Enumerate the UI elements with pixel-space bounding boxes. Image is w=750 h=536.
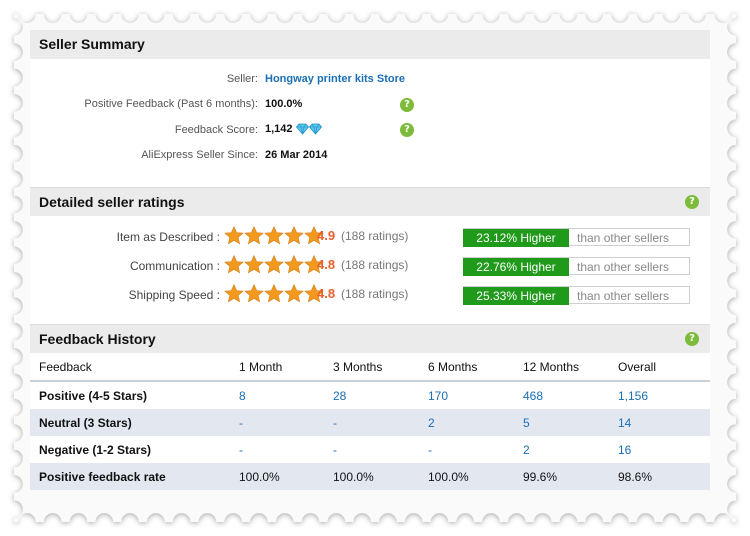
row-label: Negative (1-2 Stars) <box>39 442 152 457</box>
seller-since-value: 26 Mar 2014 <box>265 149 328 161</box>
table-row: Neutral (3 Stars) - - 2 5 14 <box>30 409 710 436</box>
rating-label: Item as Described : <box>116 230 220 244</box>
column-header: Overall <box>615 353 710 382</box>
star-rating <box>224 225 324 250</box>
rating-score: 4.8 <box>317 286 336 301</box>
positive-feedback-value: 100.0% <box>265 98 303 110</box>
table-cell-link[interactable]: 8 <box>236 381 330 409</box>
table-cell-link[interactable]: 16 <box>615 436 710 463</box>
star-icon <box>284 254 304 274</box>
seller-summary-header: Seller Summary <box>30 30 710 59</box>
feedback-history-title: Feedback History <box>39 331 156 347</box>
seller-label: Seller: <box>226 73 258 85</box>
star-icon <box>264 283 284 303</box>
row-label: Neutral (3 Stars) <box>30 409 236 436</box>
table-cell: - <box>330 409 425 436</box>
column-header: 3 Months <box>330 353 425 382</box>
star-icon <box>224 254 244 274</box>
star-icon <box>264 225 284 245</box>
feedback-score-label: Feedback Score: <box>174 124 258 136</box>
star-icon <box>224 225 244 245</box>
comparison-value: 22.76% Higher <box>463 258 569 276</box>
feedback-score-value-wrap: 1,142 <box>265 123 322 135</box>
seller-summary-title: Seller Summary <box>39 36 145 52</box>
table-cell-link[interactable]: 2 <box>425 409 520 436</box>
row-label: Positive (4-5 Stars) <box>39 388 148 403</box>
table-header-row: Feedback 1 Month 3 Months 6 Months 12 Mo… <box>30 353 710 382</box>
table-row: Positive (4-5 Stars) 8 28 170 468 1,156 <box>30 381 710 409</box>
positive-feedback-label: Positive Feedback (Past 6 months): <box>84 98 258 110</box>
table-cell: - <box>236 409 330 436</box>
table-row: Positive feedback rate 100.0% 100.0% 100… <box>30 463 710 490</box>
feedback-score-help-icon[interactable]: ? <box>400 123 414 137</box>
seller-feedback-card: Seller Summary Seller: Hongway printer k… <box>30 30 710 490</box>
table-cell-link[interactable]: 1,156 <box>615 381 710 409</box>
comparison-suffix: than other sellers <box>577 260 670 274</box>
star-rating <box>224 254 324 279</box>
diamond-icon <box>295 123 309 135</box>
detailed-ratings-title: Detailed seller ratings <box>39 194 185 210</box>
seller-name-link[interactable]: Hongway printer kits Store <box>265 73 405 85</box>
star-icon <box>244 283 264 303</box>
star-icon <box>284 225 304 245</box>
rating-score: 4.8 <box>317 257 336 272</box>
column-header: 1 Month <box>236 353 330 382</box>
rating-count: (188 ratings) <box>341 258 409 272</box>
rating-score: 4.9 <box>317 228 336 243</box>
column-header: Feedback <box>30 353 236 382</box>
star-icon <box>264 254 284 274</box>
column-header: 12 Months <box>520 353 615 382</box>
comparison-value: 23.12% Higher <box>463 229 569 247</box>
table-cell-link[interactable]: 28 <box>330 381 425 409</box>
seller-since-label: AliExpress Seller Since: <box>141 149 258 161</box>
star-icon <box>244 254 264 274</box>
row-label: Positive feedback rate <box>30 463 236 490</box>
star-icon <box>284 283 304 303</box>
comparison-bar: 23.12% Higher than other sellers <box>463 228 690 247</box>
rating-label: Communication : <box>129 259 220 273</box>
star-icon <box>244 225 264 245</box>
table-cell: 98.6% <box>615 463 710 490</box>
table-cell: 100.0% <box>236 463 330 490</box>
rating-count: (188 ratings) <box>341 287 409 301</box>
table-cell-link[interactable]: 468 <box>520 381 615 409</box>
detailed-ratings-help-icon[interactable]: ? <box>685 195 699 209</box>
table-row: Negative (1-2 Stars) - - - 2 16 <box>30 436 710 463</box>
comparison-suffix: than other sellers <box>577 231 670 245</box>
column-header: 6 Months <box>425 353 520 382</box>
table-cell-link[interactable]: 170 <box>425 381 520 409</box>
table-cell: - <box>239 442 243 457</box>
diamond-icon <box>308 123 322 135</box>
table-cell: 100.0% <box>425 463 520 490</box>
table-cell-link[interactable]: 2 <box>520 436 615 463</box>
table-cell-link[interactable]: 14 <box>615 409 710 436</box>
comparison-value: 25.33% Higher <box>463 287 569 305</box>
table-cell: - <box>333 442 337 457</box>
comparison-bar: 22.76% Higher than other sellers <box>463 257 690 276</box>
comparison-suffix: than other sellers <box>577 289 670 303</box>
detailed-ratings-header: Detailed seller ratings <box>30 187 710 216</box>
feedback-history-table: Feedback 1 Month 3 Months 6 Months 12 Mo… <box>30 353 710 490</box>
table-cell: - <box>428 442 432 457</box>
feedback-history-header: Feedback History <box>30 324 710 353</box>
table-cell: 99.6% <box>520 463 615 490</box>
positive-feedback-help-icon[interactable]: ? <box>400 98 414 112</box>
table-cell: 100.0% <box>330 463 425 490</box>
comparison-bar: 25.33% Higher than other sellers <box>463 286 690 305</box>
table-cell-link[interactable]: 5 <box>520 409 615 436</box>
star-icon <box>224 283 244 303</box>
feedback-history-help-icon[interactable]: ? <box>685 332 699 346</box>
rating-count: (188 ratings) <box>341 229 409 243</box>
star-rating <box>224 283 324 308</box>
feedback-score-value: 1,142 <box>265 123 293 135</box>
rating-label: Shipping Speed : <box>128 288 220 302</box>
